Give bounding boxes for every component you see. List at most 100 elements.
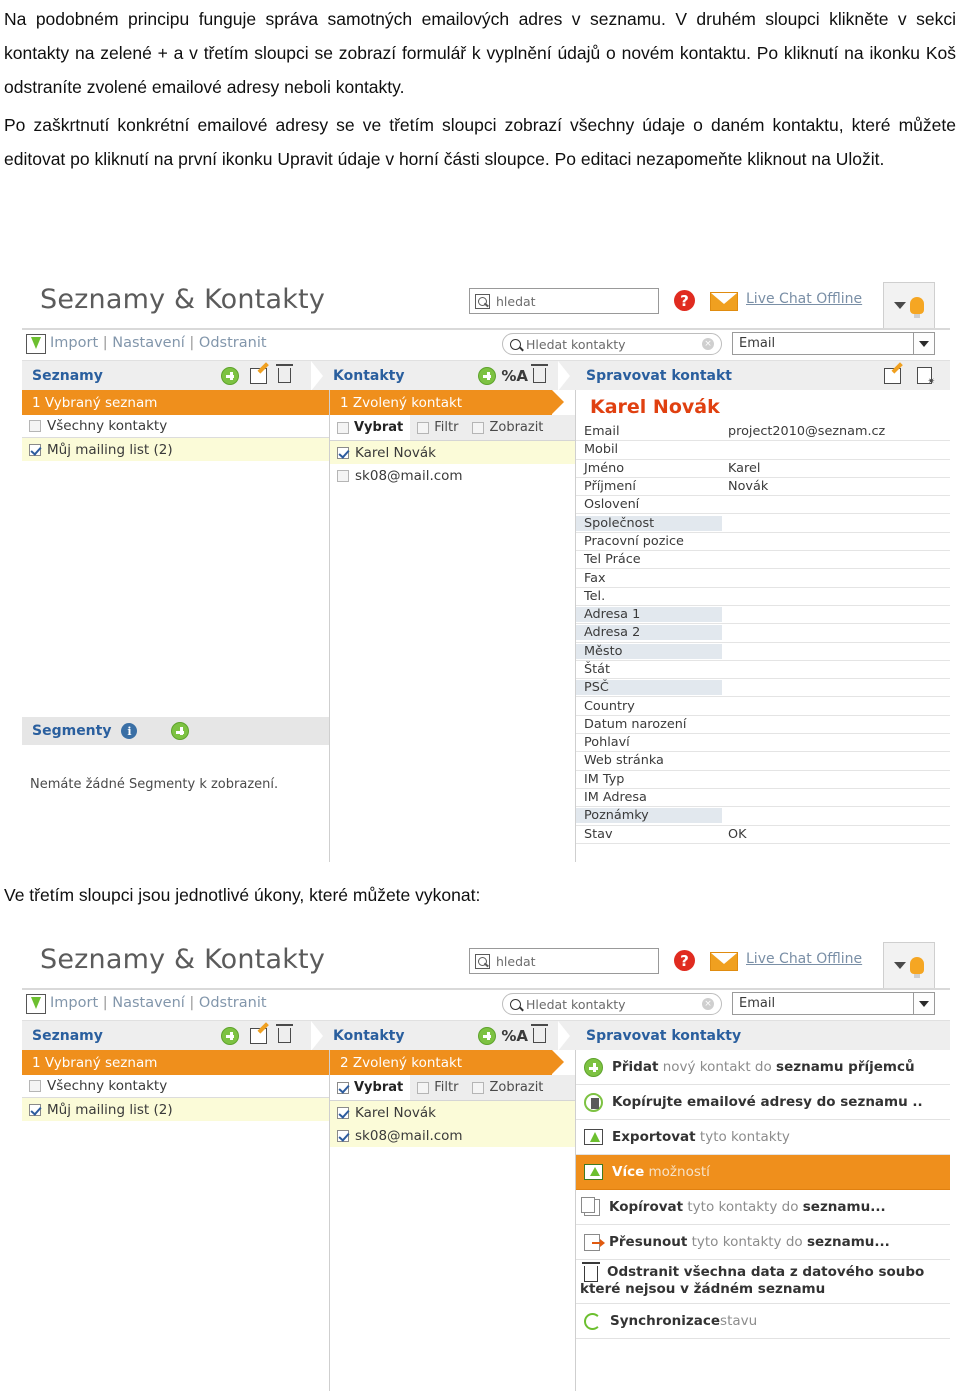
detail-row: Příjmení Novák (576, 478, 950, 497)
screenshot-1-app-window: Seznamy & Kontakty hledat ? Live Chat Of… (22, 282, 950, 862)
action-move-to-list[interactable]: Přesunout tyto kontakty do seznamu... (576, 1225, 950, 1260)
detail-value: OK (728, 826, 747, 842)
chevron-down-icon[interactable] (913, 993, 934, 1014)
list-item[interactable]: sk08@mail.com (330, 464, 575, 487)
action-export-contacts[interactable]: Exportovat tyto kontakty (576, 1120, 950, 1155)
checkbox-icon[interactable] (472, 421, 485, 434)
edit-contact-details-icon[interactable] (884, 367, 901, 384)
list-item[interactable]: Všechny kontakty (22, 1075, 329, 1098)
checkbox-icon[interactable] (29, 1103, 41, 1116)
edit-list-icon[interactable] (250, 367, 267, 384)
s1-field-select[interactable]: Email (732, 332, 935, 355)
s2-contacts-search-input[interactable]: Hledat kontakty × (502, 993, 722, 1015)
list-item[interactable]: sk08@mail.com (330, 1124, 575, 1147)
checkbox-icon[interactable] (29, 443, 41, 456)
help-icon[interactable]: ? (674, 950, 695, 971)
detail-row: PSČ (576, 679, 950, 698)
checkbox-icon[interactable] (337, 1106, 349, 1119)
mail-icon[interactable] (710, 292, 738, 311)
s2-actions-column: Přidat nový kontakt do seznamu příjemců … (576, 1050, 950, 1391)
s2-contacts-tabs: Vybrat Filtr Zobrazit (330, 1075, 575, 1101)
tab-zobrazit[interactable]: Zobrazit (465, 415, 550, 440)
s2-delete-link[interactable]: Odstranit (199, 995, 267, 1011)
list-item[interactable]: Všechny kontakty (22, 415, 329, 438)
s1-tips-panel-toggle[interactable] (883, 282, 935, 328)
chevron-down-icon[interactable] (913, 333, 934, 354)
checkbox-icon[interactable] (337, 446, 349, 459)
mail-icon[interactable] (710, 952, 738, 971)
detail-row: Poznámky (576, 807, 950, 826)
checkbox-icon[interactable] (29, 420, 41, 432)
s2-import-row: Import | Nastavení | Odstranit Hledat ko… (22, 990, 950, 1020)
tab-zobrazit[interactable]: Zobrazit (465, 1075, 550, 1100)
s1-live-chat-link[interactable]: Live Chat Offline (746, 291, 862, 307)
import-download-icon[interactable] (26, 994, 46, 1014)
list-item[interactable]: Karel Novák (330, 441, 575, 464)
merge-fields-icon[interactable]: %A (501, 367, 528, 385)
add-list-icon[interactable] (221, 1026, 239, 1045)
green-plus-icon (584, 1057, 603, 1077)
s1-detail-column: Karel Novák Email project2010@seznam.cz M… (576, 390, 950, 862)
detail-row: Štát (576, 661, 950, 680)
tab-filtr[interactable]: Filtr (410, 415, 465, 440)
detail-label: Pracovní pozice (584, 533, 684, 549)
checkbox-icon[interactable] (337, 1129, 349, 1142)
delete-list-icon[interactable] (276, 364, 293, 383)
s2-global-search-input[interactable]: hledat (469, 948, 659, 974)
list-item[interactable]: Můj mailing list (2) (22, 1098, 329, 1121)
clear-icon[interactable]: × (702, 338, 714, 350)
detail-row: Mobil (576, 441, 950, 460)
add-list-icon[interactable] (221, 366, 239, 385)
s2-contacts-section-header: Kontakty %A (329, 1020, 576, 1051)
action-copy-to-list[interactable]: Kopírovat tyto kontakty do seznamu... (576, 1190, 950, 1225)
delete-contact-icon[interactable] (531, 364, 548, 383)
detail-label: Oslovení (584, 497, 640, 513)
help-icon[interactable]: ? (674, 290, 695, 311)
add-segment-icon[interactable] (171, 722, 190, 740)
tab-vybrat[interactable]: Vybrat (330, 1075, 411, 1100)
middle-caption: Ve třetím sloupci jsou jednotlivé úkony,… (0, 878, 960, 912)
add-contact-icon[interactable] (478, 366, 497, 385)
add-contact-icon[interactable] (478, 1026, 497, 1045)
action-more-options[interactable]: Více možností (576, 1155, 950, 1190)
s2-columns: 1 Vybraný seznam Všechny kontakty Můj ma… (22, 1050, 950, 1391)
info-icon[interactable]: i (121, 723, 138, 739)
detail-row: Datum narození (576, 716, 950, 735)
merge-fields-icon[interactable]: %A (501, 1027, 528, 1045)
s2-live-chat-link[interactable]: Live Chat Offline (746, 951, 862, 967)
delete-contact-icon[interactable] (531, 1024, 548, 1043)
checkbox-icon[interactable] (417, 1081, 430, 1094)
checkbox-icon[interactable] (417, 421, 430, 434)
s2-tips-panel-toggle[interactable] (883, 942, 935, 988)
checkbox-icon[interactable] (472, 1081, 485, 1094)
action-sync-status[interactable]: Synchronizacestavu (576, 1304, 950, 1339)
s1-settings-link[interactable]: Nastavení (112, 335, 185, 351)
checkbox-icon[interactable] (337, 421, 349, 434)
s1-import-link[interactable]: Import (50, 335, 98, 351)
contact-settings-icon[interactable] (917, 367, 935, 387)
clear-icon[interactable]: × (702, 998, 714, 1010)
s2-field-select[interactable]: Email (732, 992, 935, 1015)
list-item[interactable]: Karel Novák (330, 1101, 575, 1124)
list-item[interactable]: Můj mailing list (2) (22, 438, 329, 461)
s1-field-select-value: Email (739, 336, 776, 351)
s1-delete-link[interactable]: Odstranit (199, 335, 267, 351)
checkbox-icon[interactable] (29, 1080, 41, 1092)
edit-list-icon[interactable] (250, 1027, 267, 1044)
action-delete-orphan-data[interactable]: Odstranit všechna data z datového soubo k… (576, 1260, 950, 1304)
action-copy-emails[interactable]: Kopírujte emailové adresy do seznamu .. (576, 1085, 950, 1120)
s1-global-search-input[interactable]: hledat (469, 288, 659, 314)
delete-list-icon[interactable] (276, 1024, 293, 1043)
action-add-contact[interactable]: Přidat nový kontakt do seznamu příjemců (576, 1050, 950, 1085)
intro-paragraph-1: Na podobném principu funguje správa samo… (0, 2, 960, 104)
tab-filtr[interactable]: Filtr (410, 1075, 465, 1100)
checkbox-icon[interactable] (337, 1081, 349, 1094)
tab-vybrat[interactable]: Vybrat (330, 415, 411, 440)
checkbox-icon[interactable] (337, 469, 349, 482)
s1-contacts-search-input[interactable]: Hledat kontakty × (502, 333, 722, 355)
import-download-icon[interactable] (26, 334, 46, 354)
s2-settings-link[interactable]: Nastavení (112, 995, 185, 1011)
paragraph-1-text: Na podobném principu funguje správa samo… (4, 9, 956, 97)
s1-selected-contact-banner: 1 Zvolený kontakt (330, 390, 564, 415)
s2-import-link[interactable]: Import (50, 995, 98, 1011)
